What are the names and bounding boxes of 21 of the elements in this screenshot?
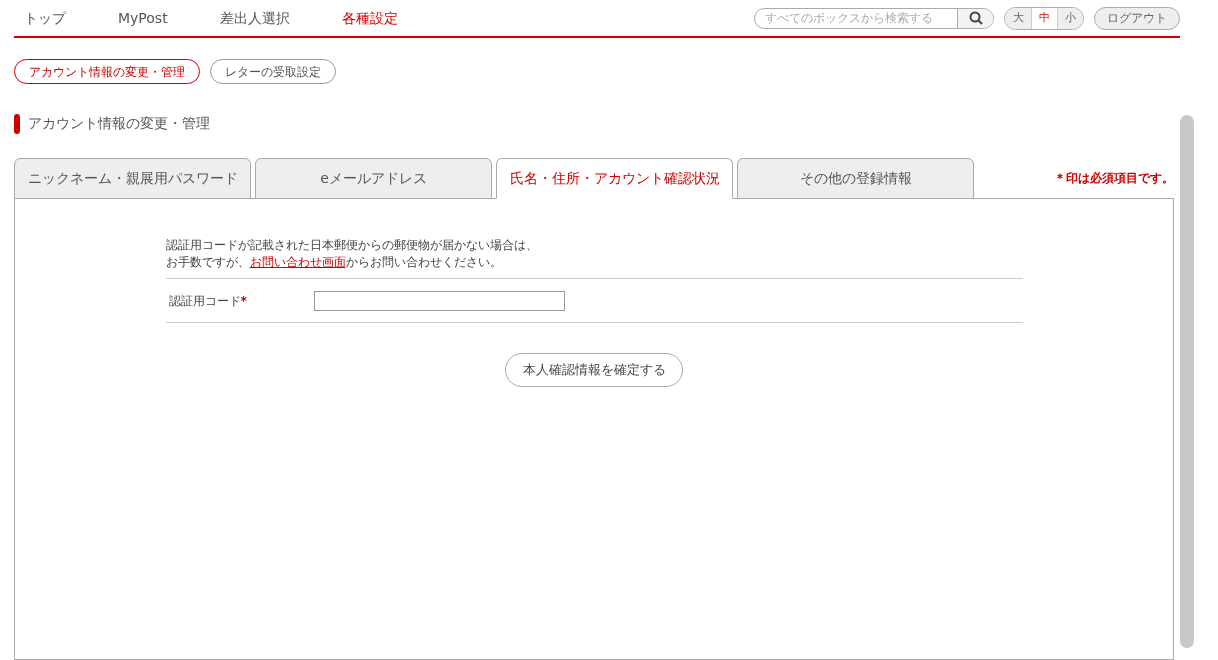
font-size-button[interactable]: 大 [1005, 7, 1031, 29]
tab[interactable]: その他の登録情報 [737, 158, 974, 199]
scrollbar[interactable] [1180, 115, 1194, 648]
required-note: ＊印は必須項目です。 [1054, 170, 1174, 187]
field-label: 認証用コード* [167, 292, 248, 310]
nav-link[interactable]: 各種設定 [341, 7, 398, 29]
tab[interactable]: 氏名・住所・アカウント確認状況 [496, 158, 733, 199]
confirm-button[interactable]: 本人確認情報を確定する [505, 353, 683, 387]
font-size-button[interactable]: 小 [1057, 7, 1083, 29]
nav-link[interactable]: トップ [24, 7, 66, 29]
notice-text: 認証用コードが記載された日本郵便からの郵便物が届かない場合は、 お手数ですが、お問い合わせ画面からお問い合わせください。 [165, 237, 1023, 279]
nav-link[interactable]: 差出人選択 [219, 7, 290, 29]
contact-link[interactable]: お問い合わせ画面 [249, 255, 346, 269]
tab[interactable]: ニックネーム・親展用パスワード [14, 158, 251, 199]
logout-button[interactable]: ログアウト [1094, 6, 1180, 30]
search-icon[interactable] [957, 8, 993, 28]
section-title: アカウント情報の変更・管理 [28, 114, 210, 133]
section-marker [14, 113, 20, 134]
tab[interactable]: eメールアドレス [255, 158, 492, 199]
input-field[interactable] [313, 290, 565, 311]
nav-link[interactable]: MyPost [118, 7, 168, 29]
